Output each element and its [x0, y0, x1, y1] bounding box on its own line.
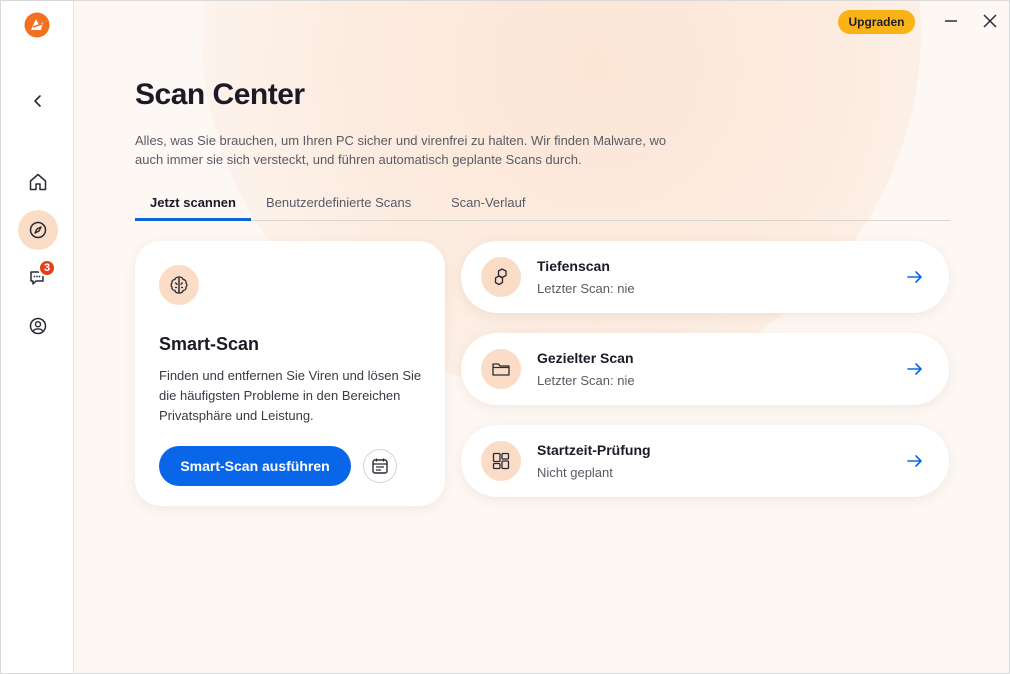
targeted-scan-status: Letzter Scan: nie	[537, 373, 635, 388]
app-window: 3 Upgraden Scan Center Alles, was Sie br…	[0, 0, 1010, 674]
targeted-scan-row[interactable]: Gezielter Scan Letzter Scan: nie	[461, 333, 949, 405]
sidebar-item-messages[interactable]: 3	[18, 258, 58, 298]
targeted-scan-title: Gezielter Scan	[537, 350, 634, 366]
close-icon	[983, 14, 997, 28]
run-smart-scan-button[interactable]: Smart-Scan ausführen	[159, 446, 351, 486]
hexagons-icon	[494, 268, 507, 286]
upgrade-button[interactable]: Upgraden	[838, 10, 915, 34]
brain-icon	[170, 276, 188, 294]
sidebar-item-account[interactable]	[18, 306, 58, 346]
boot-time-scan-row[interactable]: Startzeit-Prüfung Nicht geplant	[461, 425, 949, 497]
minimize-icon	[945, 20, 957, 22]
windows-tiles-icon	[492, 452, 510, 470]
back-button[interactable]	[18, 81, 58, 121]
folder-icon	[492, 363, 510, 376]
compass-icon	[29, 221, 47, 239]
notification-badge: 3	[38, 259, 56, 277]
avast-logo-icon	[24, 12, 50, 38]
boot-time-scan-title: Startzeit-Prüfung	[537, 442, 651, 458]
arrow-right-icon	[907, 455, 922, 467]
arrow-right-icon	[907, 363, 922, 375]
boot-time-scan-icon-wrap	[481, 441, 521, 481]
schedule-scan-button[interactable]	[363, 449, 397, 483]
calendar-icon	[372, 458, 388, 474]
close-button[interactable]	[979, 10, 1001, 32]
sidebar-item-home[interactable]	[18, 162, 58, 202]
deep-scan-row[interactable]: Tiefenscan Letzter Scan: nie	[461, 241, 949, 313]
sidebar-item-explore[interactable]	[18, 210, 58, 250]
page-subtitle: Alles, was Sie brauchen, um Ihren PC sic…	[135, 133, 667, 167]
smart-scan-card: Smart-Scan Finden und entfernen Sie Vire…	[135, 241, 445, 506]
tab-custom-scans[interactable]: Benutzerdefinierte Scans	[266, 189, 411, 221]
sidebar: 3	[1, 1, 74, 673]
tab-scan-now[interactable]: Jetzt scannen	[135, 189, 251, 221]
deep-scan-icon-wrap	[481, 257, 521, 297]
home-icon	[29, 173, 47, 191]
arrow-right-icon	[907, 271, 922, 283]
account-icon	[29, 317, 47, 335]
back-arrow-icon	[34, 95, 41, 107]
tab-bar: Jetzt scannen Benutzerdefinierte Scans S…	[135, 189, 950, 221]
tab-scan-history[interactable]: Scan-Verlauf	[451, 189, 525, 221]
smart-scan-title: Smart-Scan	[159, 334, 260, 354]
boot-time-scan-status: Nicht geplant	[537, 465, 613, 480]
smart-scan-icon-wrap	[159, 265, 199, 305]
smart-scan-description: Finden und entfernen Sie Viren und lösen…	[159, 368, 422, 423]
targeted-scan-icon-wrap	[481, 349, 521, 389]
minimize-button[interactable]	[940, 10, 962, 32]
page-title: Scan Center	[135, 78, 305, 111]
deep-scan-status: Letzter Scan: nie	[537, 281, 635, 296]
deep-scan-title: Tiefenscan	[537, 258, 610, 274]
